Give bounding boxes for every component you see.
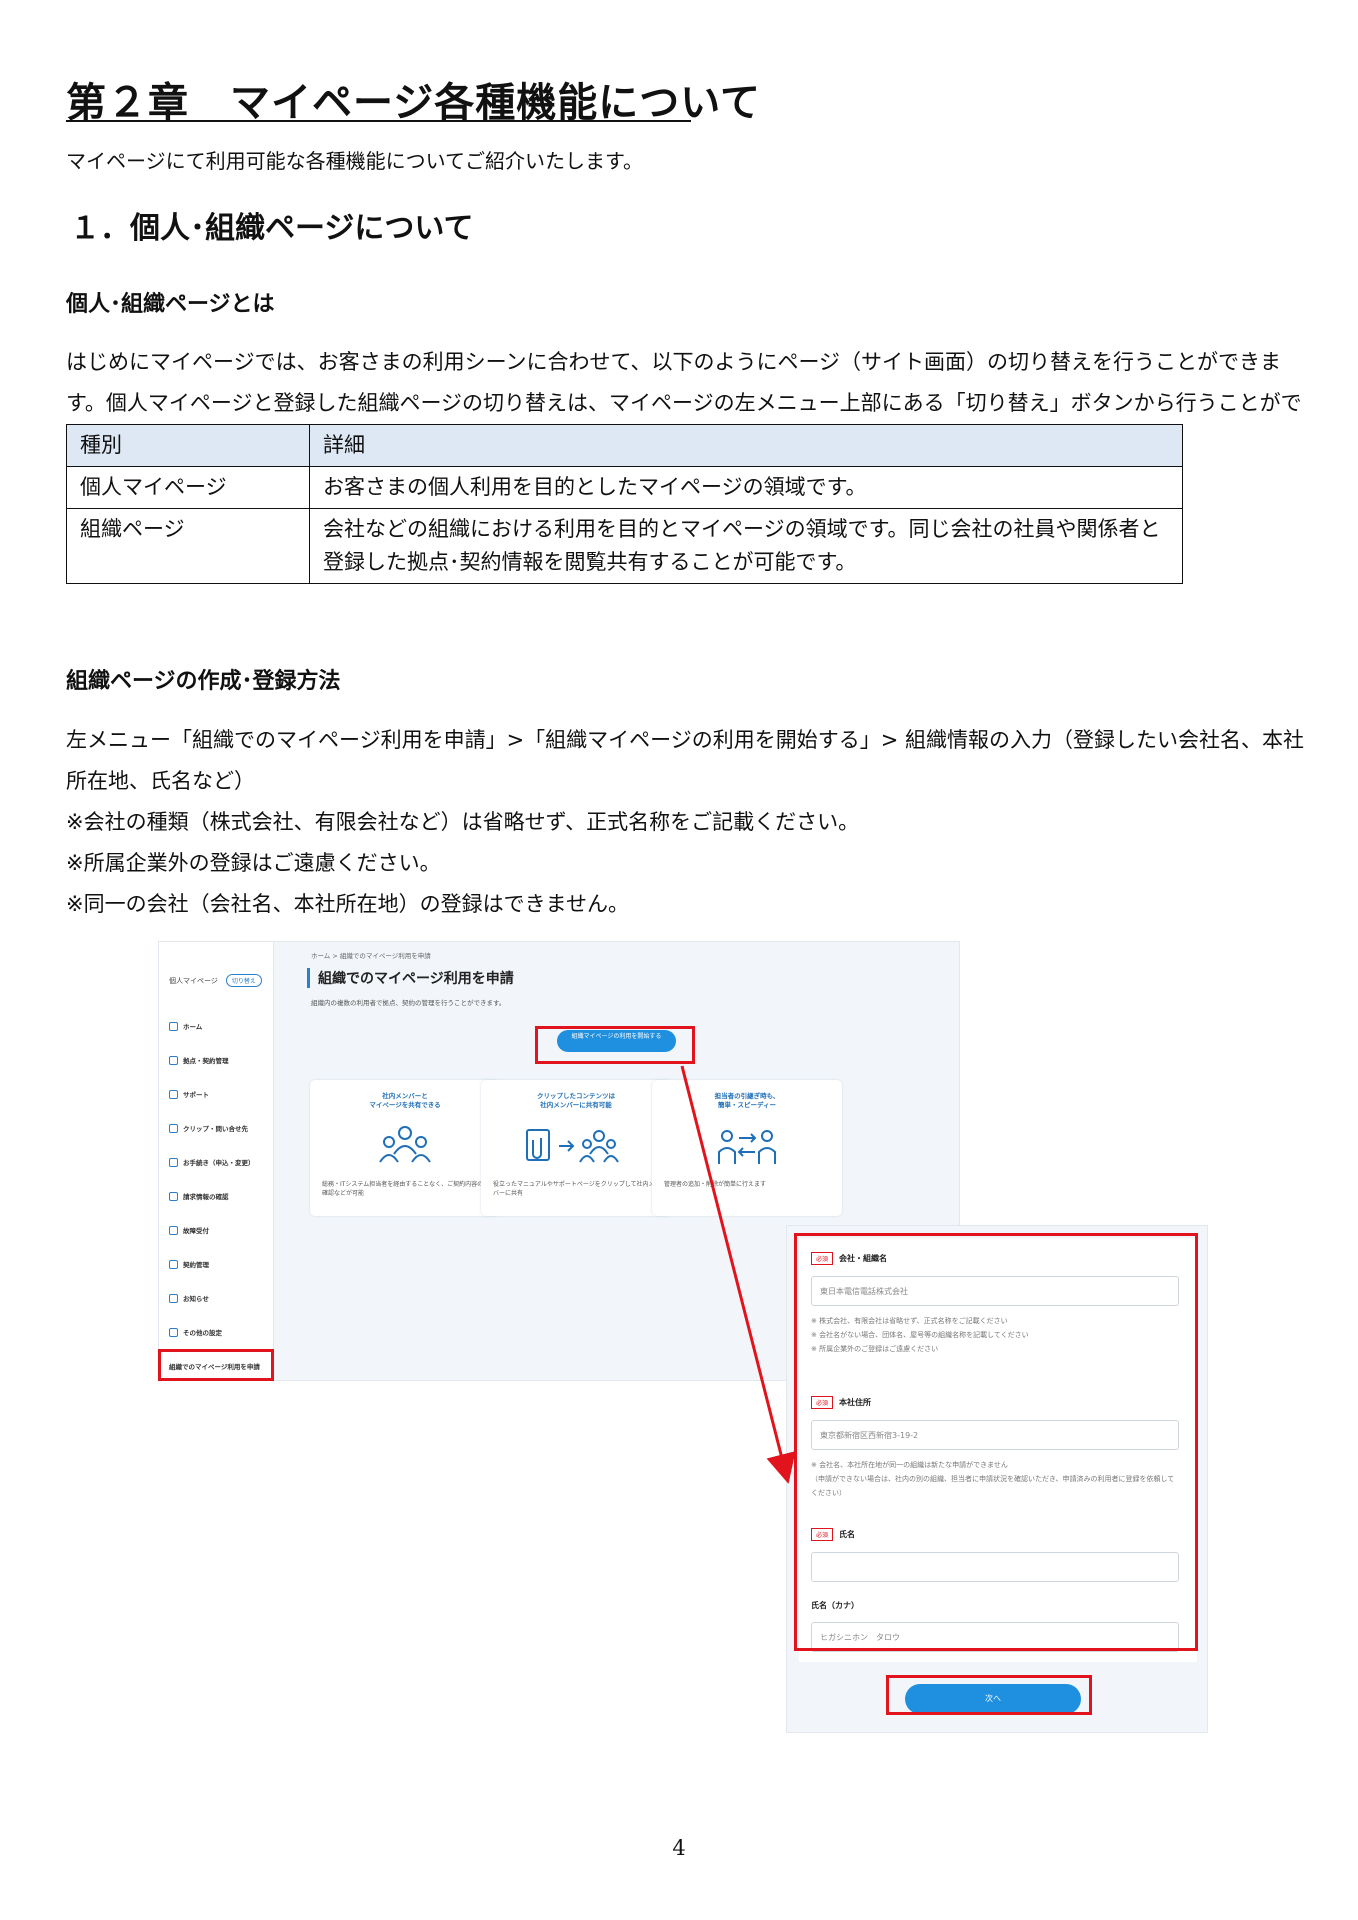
page-number: 4 [672,1836,686,1860]
pointer-arrow [680,1065,796,1484]
document-page: 第２章 マイページ各種機能について マイページにて利用可能な各種機能についてご紹… [0,0,1358,1920]
